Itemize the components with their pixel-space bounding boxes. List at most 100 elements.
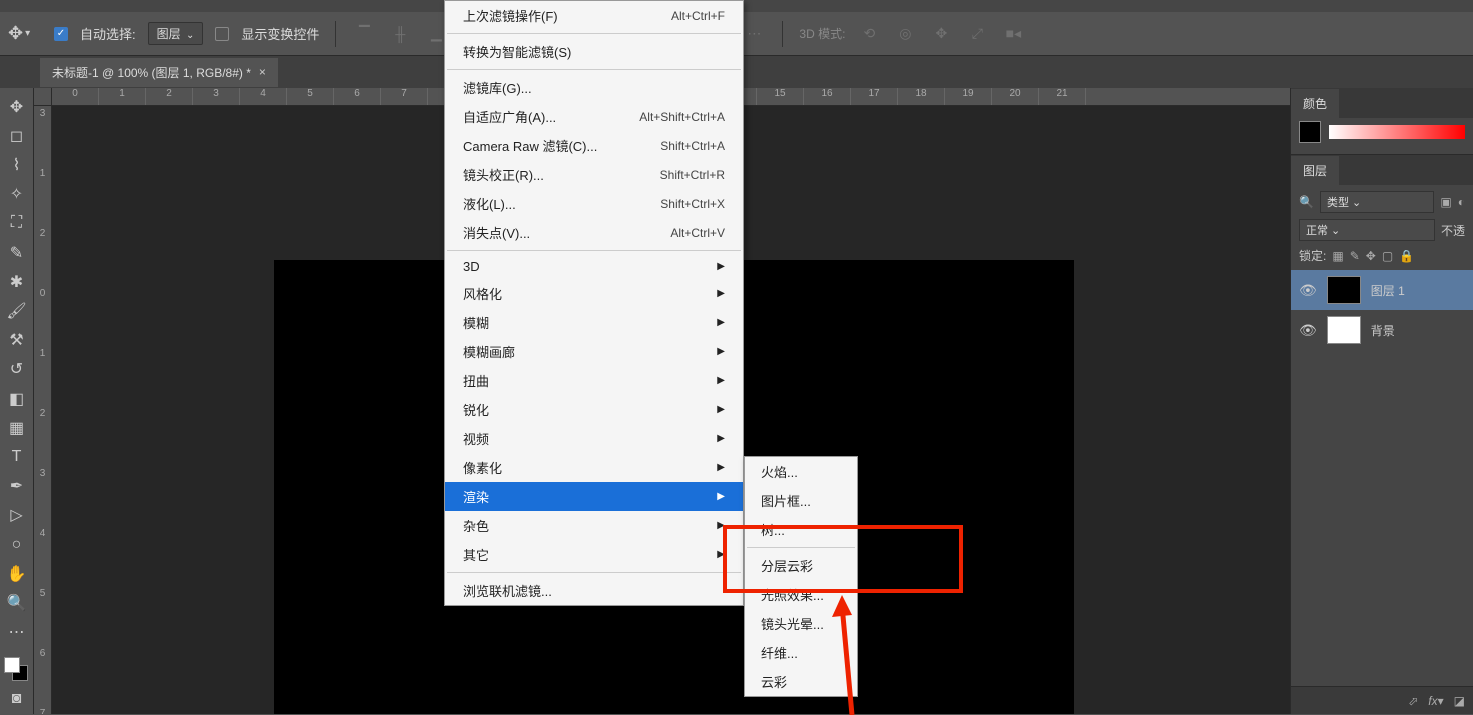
submenu-item[interactable]: 光照效果... [745, 580, 857, 609]
menu-item[interactable]: 3D▶ [445, 254, 743, 279]
submenu-item[interactable]: 分层云彩 [745, 551, 857, 580]
menu-item[interactable]: 风格化▶ [445, 279, 743, 308]
menu-item[interactable]: 滤镜库(G)... [445, 73, 743, 102]
menu-item[interactable]: 镜头校正(R)...Shift+Ctrl+R [445, 160, 743, 189]
magic-wand-tool[interactable]: ✧ [0, 180, 33, 209]
document-tab[interactable]: 未标题-1 @ 100% (图层 1, RGB/8#) * × [40, 58, 278, 87]
menu-item[interactable]: Camera Raw 滤镜(C)...Shift+Ctrl+A [445, 131, 743, 160]
ruler-tick: 1 [34, 346, 51, 406]
ruler-tick: 21 [1039, 88, 1086, 105]
blend-mode-select[interactable]: 正常 ⌄ [1299, 219, 1435, 241]
color-swatches[interactable] [0, 653, 33, 685]
submenu-item[interactable]: 图片框... [745, 486, 857, 515]
menu-item[interactable]: 转换为智能滤镜(S) [445, 37, 743, 66]
ruler-tick: 3 [34, 106, 51, 166]
menu-item[interactable]: 模糊画廊▶ [445, 337, 743, 366]
mask-icon[interactable]: ◪ [1454, 694, 1465, 708]
ruler-tick: 3 [34, 466, 51, 526]
lasso-tool[interactable]: ⌇ [0, 150, 33, 179]
distribute-4-icon[interactable]: ⋯ [742, 22, 766, 46]
align-vcenter-icon[interactable]: ╫ [388, 22, 412, 46]
menu-item[interactable]: 视频▶ [445, 424, 743, 453]
menu-item[interactable]: 其它▶ [445, 540, 743, 569]
visibility-icon[interactable]: 👁 [1299, 282, 1317, 299]
shape-tool[interactable]: ○ [0, 530, 33, 559]
show-transform-checkbox[interactable] [215, 27, 229, 41]
panels: 颜色 图层 🔍 类型 ⌄ ▣ ◐ 正常 ⌄ 不透 [1290, 88, 1473, 714]
pen-tool[interactable]: ✒ [0, 472, 33, 501]
history-brush-tool[interactable]: ↺ [0, 355, 33, 384]
menu-item[interactable]: 液化(L)...Shift+Ctrl+X [445, 189, 743, 218]
menu-separator [447, 33, 741, 34]
layers-panel-tab[interactable]: 图层 [1291, 156, 1339, 185]
ruler-tick: 7 [34, 706, 51, 714]
filter-img-icon[interactable]: ▣ [1440, 195, 1451, 209]
3d-camera-icon[interactable]: ■◂ [1001, 22, 1025, 46]
3d-orbit-icon[interactable]: ⟲ [857, 22, 881, 46]
lock-pixels-icon[interactable]: ▦ [1332, 249, 1343, 263]
submenu-item[interactable]: 镜头光晕... [745, 609, 857, 638]
type-tool[interactable]: T [0, 442, 33, 471]
menu-item[interactable]: 自适应广角(A)...Alt+Shift+Ctrl+A [445, 102, 743, 131]
layers-panel: 图层 🔍 类型 ⌄ ▣ ◐ 正常 ⌄ 不透 锁定: ▦ ✎ ✥ [1291, 154, 1473, 714]
auto-select-checkbox[interactable]: ✓ [54, 27, 68, 41]
3d-slide-icon[interactable]: ⤢ [965, 22, 989, 46]
submenu-item[interactable]: 纤维... [745, 638, 857, 667]
healing-tool[interactable]: ✱ [0, 267, 33, 296]
ruler-tick: 4 [240, 88, 287, 105]
color-thumb[interactable] [1299, 121, 1321, 143]
3d-roll-icon[interactable]: ◎ [893, 22, 917, 46]
brush-tool[interactable]: 🖌 [0, 296, 33, 325]
layers-footer: ⬀ fx▾ ◪ [1291, 686, 1473, 714]
crop-tool[interactable]: ⛶ [0, 209, 33, 238]
move-tool-icon[interactable]: ✥▾ [8, 23, 42, 44]
eraser-tool[interactable]: ◧ [0, 384, 33, 413]
align-top-icon[interactable]: ▔ [352, 22, 376, 46]
menu-item[interactable]: 上次滤镜操作(F)Alt+Ctrl+F [445, 1, 743, 30]
opacity-label: 不透 [1441, 222, 1465, 239]
auto-select-target[interactable]: 图层 ⌄ [148, 22, 204, 45]
close-tab-icon[interactable]: × [259, 65, 266, 79]
submenu-item[interactable]: 云彩 [745, 667, 857, 696]
zoom-tool[interactable]: 🔍 [0, 588, 33, 617]
ruler-corner [34, 88, 52, 106]
layer-filter-select[interactable]: 类型 ⌄ [1320, 191, 1434, 213]
gradient-tool[interactable]: ▦ [0, 413, 33, 442]
lock-move-icon[interactable]: ✥ [1366, 249, 1376, 263]
lock-artboard-icon[interactable]: ▢ [1382, 249, 1393, 263]
move-tool[interactable]: ✥ [0, 92, 33, 121]
hand-tool[interactable]: ✋ [0, 559, 33, 588]
color-slider[interactable] [1329, 125, 1465, 139]
foreground-swatch[interactable] [4, 657, 20, 673]
menu-item[interactable]: 扭曲▶ [445, 366, 743, 395]
ruler-tick: 15 [757, 88, 804, 105]
marquee-tool[interactable]: ◻ [0, 121, 33, 150]
path-tool[interactable]: ▷ [0, 501, 33, 530]
menu-item[interactable]: 模糊▶ [445, 308, 743, 337]
submenu-item[interactable]: 树... [745, 515, 857, 544]
layer-row[interactable]: 👁图层 1 [1291, 270, 1473, 310]
menu-item[interactable]: 锐化▶ [445, 395, 743, 424]
extra-tool[interactable]: ⋯ [0, 618, 33, 647]
stamp-tool[interactable]: ⚒ [0, 326, 33, 355]
menu-separator [447, 572, 741, 573]
filter-adj-icon[interactable]: ◐ [1458, 195, 1465, 209]
menu-item[interactable]: 渲染▶ [445, 482, 743, 511]
vertical-ruler: 3120123456789 [34, 106, 52, 714]
lock-all-icon[interactable]: 🔒 [1399, 249, 1414, 263]
fx-icon[interactable]: fx▾ [1428, 694, 1443, 708]
menu-item[interactable]: 消失点(V)...Alt+Ctrl+V [445, 218, 743, 247]
lock-position-icon[interactable]: ✎ [1350, 249, 1360, 263]
lock-label: 锁定: [1299, 247, 1326, 264]
visibility-icon[interactable]: 👁 [1299, 322, 1317, 339]
layer-row[interactable]: 👁背景 [1291, 310, 1473, 350]
3d-pan-icon[interactable]: ✥ [929, 22, 953, 46]
quickmask-tool[interactable]: ◙ [0, 685, 33, 714]
eyedropper-tool[interactable]: ✎ [0, 238, 33, 267]
link-icon[interactable]: ⬀ [1408, 694, 1418, 708]
menu-item[interactable]: 杂色▶ [445, 511, 743, 540]
submenu-item[interactable]: 火焰... [745, 457, 857, 486]
menu-item[interactable]: 浏览联机滤镜... [445, 576, 743, 605]
menu-item[interactable]: 像素化▶ [445, 453, 743, 482]
color-panel-tab[interactable]: 颜色 [1291, 89, 1339, 118]
